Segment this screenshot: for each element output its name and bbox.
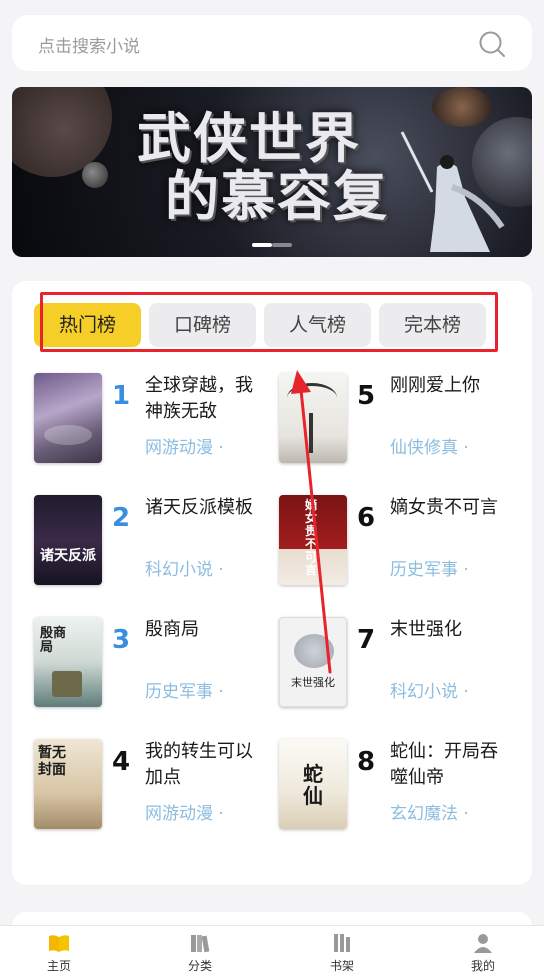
- banner-pagination: [252, 243, 292, 247]
- book-cover: [279, 373, 347, 463]
- book-title: 我的转生可以加点: [145, 741, 253, 788]
- nav-label: 我的: [470, 959, 495, 973]
- tab-hot[interactable]: 热门榜: [34, 303, 141, 347]
- book-title: 末世强化: [390, 619, 462, 640]
- tab-completed[interactable]: 完本榜: [379, 303, 486, 347]
- book-cover: [34, 373, 102, 463]
- book-item-4[interactable]: 暂无封面 4 我的转生可以加点 网游动漫 ·: [34, 739, 274, 839]
- promo-banner[interactable]: 武侠世界 的慕容复: [12, 87, 532, 257]
- banner-title-line1: 武侠世界: [137, 106, 361, 170]
- book-item-7[interactable]: 末世强化 7 末世强化 科幻小说 ·: [279, 617, 519, 717]
- book-title: 嫡女贵不可言: [390, 497, 498, 518]
- book-title: 蛇仙：开局吞噬仙帝: [390, 741, 498, 788]
- book-genre: 科幻小说 ·: [145, 560, 224, 580]
- book-item-2[interactable]: 诸天反派 2 诸天反派模板 科幻小说 ·: [34, 495, 274, 595]
- book-genre: 玄幻魔法 ·: [390, 804, 469, 824]
- search-bar[interactable]: 点击搜索小说: [12, 15, 532, 71]
- rank-number: 3: [112, 625, 131, 655]
- book-title: 全球穿越，我神族无敌: [145, 375, 253, 422]
- book-title: 诸天反派模板: [145, 497, 253, 518]
- book-genre: 科幻小说 ·: [390, 682, 469, 702]
- book-title: 殷商局: [145, 619, 199, 640]
- book-genre: 网游动漫 ·: [145, 438, 224, 458]
- book-cover: 蛇仙: [279, 739, 347, 829]
- book-item-5[interactable]: 5 刚刚爱上你 仙侠修真 ·: [279, 373, 519, 473]
- book-open-icon: [49, 935, 69, 952]
- nav-label: 分类: [187, 959, 212, 973]
- nav-label: 书架: [329, 959, 354, 973]
- ranking-card: 热门榜 口碑榜 人气榜 完本榜 1 全球穿越，我神族无敌 网游动漫 · 诸天反派…: [12, 281, 532, 885]
- rank-number: 1: [112, 381, 131, 411]
- cover-title: 蛇仙: [303, 762, 323, 808]
- rank-number: 7: [357, 625, 376, 655]
- cover-title: 暂无封面: [38, 745, 66, 778]
- nav-home[interactable]: 主页: [29, 932, 89, 974]
- cover-title: 诸天反派: [40, 548, 96, 564]
- tab-reputation[interactable]: 口碑榜: [149, 303, 256, 347]
- planet-decoration: [82, 162, 108, 188]
- search-icon[interactable]: [478, 30, 506, 58]
- tab-popularity[interactable]: 人气榜: [264, 303, 371, 347]
- nav-label: 主页: [46, 959, 71, 973]
- planet-decoration: [432, 87, 492, 127]
- banner-title: 武侠世界 的慕容复: [137, 109, 397, 225]
- rank-number: 8: [357, 747, 376, 777]
- swordsman-figure: [400, 131, 505, 252]
- book-cover: 暂无封面: [34, 739, 102, 829]
- book-item-1[interactable]: 1 全球穿越，我神族无敌 网游动漫 ·: [34, 373, 274, 473]
- user-icon: [474, 934, 492, 953]
- book-genre: 网游动漫 ·: [145, 804, 224, 824]
- nav-category[interactable]: 分类: [170, 932, 230, 974]
- rank-number: 6: [357, 503, 376, 533]
- book-item-3[interactable]: 殷商局 3 殷商局 历史军事 ·: [34, 617, 274, 717]
- book-item-6[interactable]: 嫡女贵不可言 6 嫡女贵不可言 历史军事 ·: [279, 495, 519, 595]
- banner-title-line2: 的慕容复: [165, 164, 389, 228]
- book-cover: 诸天反派: [34, 495, 102, 585]
- book-genre: 历史军事 ·: [145, 682, 224, 702]
- nav-mine[interactable]: 我的: [453, 932, 513, 974]
- book-genre: 历史军事 ·: [390, 560, 469, 580]
- rank-number: 2: [112, 503, 131, 533]
- cover-title: 末世强化: [291, 676, 335, 689]
- book-genre: 仙侠修真 ·: [390, 438, 469, 458]
- rank-number: 4: [112, 747, 131, 777]
- book-item-8[interactable]: 蛇仙 8 蛇仙：开局吞噬仙帝 玄幻魔法 ·: [279, 739, 519, 839]
- rank-number: 5: [357, 381, 376, 411]
- nav-bookshelf[interactable]: 书架: [312, 932, 372, 974]
- cover-title: 嫡女贵不可言: [305, 498, 318, 577]
- cover-title: 殷商局: [40, 626, 67, 655]
- book-cover: 嫡女贵不可言: [279, 495, 347, 585]
- book-cover: 殷商局: [34, 617, 102, 707]
- book-title: 刚刚爱上你: [390, 375, 480, 396]
- bottom-nav: 主页 分类 书架 我的: [0, 925, 544, 977]
- bookshelf-icon: [334, 934, 350, 952]
- books-category-icon: [191, 935, 210, 953]
- book-cover: 末世强化: [279, 617, 347, 707]
- search-placeholder: 点击搜索小说: [38, 37, 140, 57]
